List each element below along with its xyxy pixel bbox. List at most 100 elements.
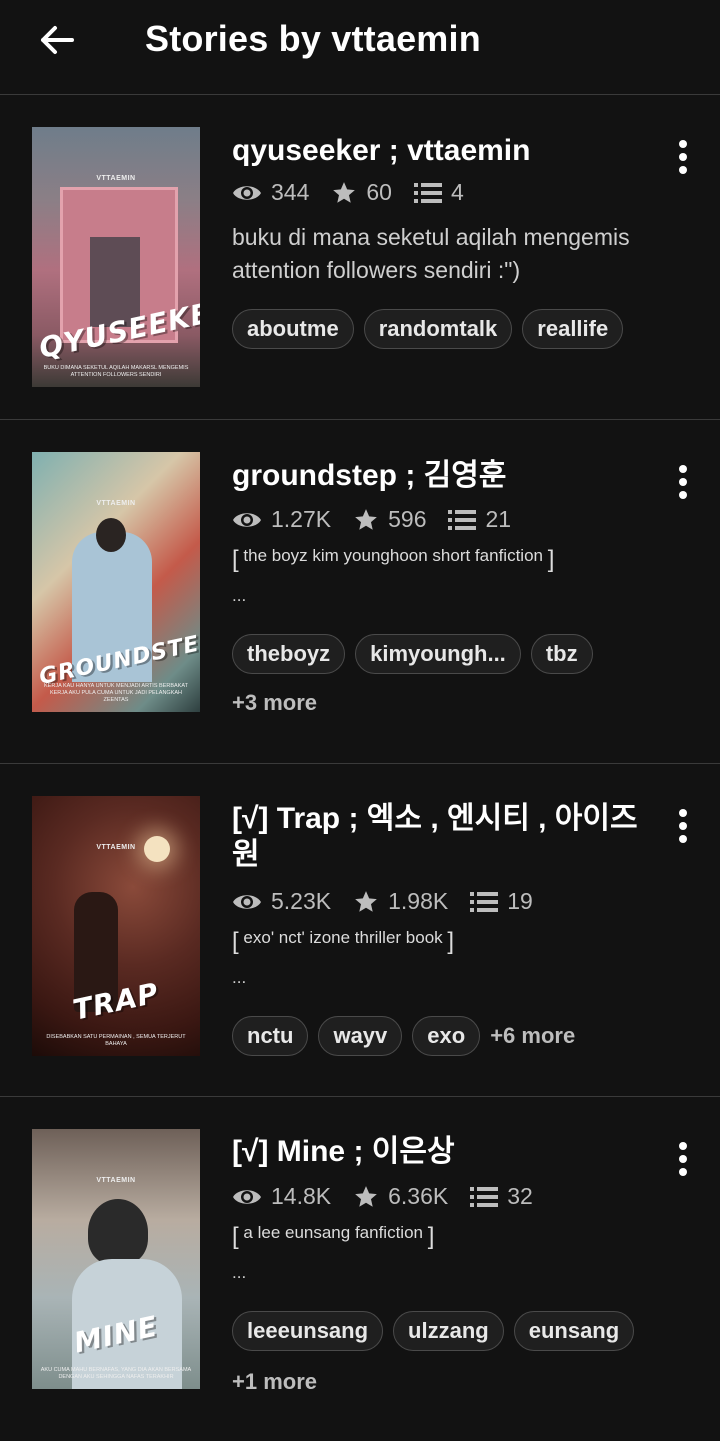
story-stats: 5.23K 1.98K 19	[232, 888, 555, 915]
list-icon	[448, 509, 477, 530]
parts-stat: 4	[413, 179, 464, 206]
story-cover-image[interactable]: VTTAEMIN GROUNDSTEP KERJA KAU HANYA UNTU…	[32, 452, 200, 712]
tag-list: theboyz kimyoungh... tbz	[232, 634, 603, 674]
dot	[679, 491, 687, 499]
description-text: a lee eunsang fanfiction	[243, 1223, 423, 1242]
story-card[interactable]: VTTAEMIN GROUNDSTEP KERJA KAU HANYA UNTU…	[0, 420, 720, 764]
votes-stat: 6.36K	[353, 1183, 448, 1210]
more-tags-link[interactable]: +1 more	[232, 1369, 317, 1395]
cover-caption: KERJA KAU HANYA UNTUK MENJADI ARTIS BERB…	[44, 682, 188, 703]
parts-count: 21	[485, 506, 512, 532]
story-stats: 14.8K 6.36K 32	[232, 1183, 555, 1210]
dot	[679, 822, 687, 830]
bracket-open: [	[232, 928, 239, 955]
story-title[interactable]: qyuseeker ; vttaemin	[232, 133, 652, 169]
cover-author-mark: VTTAEMIN	[96, 1177, 136, 1184]
star-icon	[333, 181, 356, 203]
eye-icon	[233, 1189, 261, 1204]
story-description: [ exo' nct' izone thriller book ]	[232, 928, 672, 955]
reads-count: 344	[271, 179, 310, 205]
reads-count: 14.8K	[271, 1183, 332, 1209]
tag-chip[interactable]: reallife	[522, 309, 624, 349]
bracket-close: ]	[447, 928, 455, 955]
more-tags-link[interactable]: +6 more	[490, 1023, 575, 1049]
dot	[679, 1142, 687, 1150]
list-icon	[413, 182, 442, 203]
more-options-button[interactable]	[668, 1137, 698, 1181]
bracket-open: [	[232, 546, 239, 573]
dot	[679, 153, 687, 161]
story-description: [ a lee eunsang fanfiction ]	[232, 1223, 672, 1250]
more-options-button[interactable]	[668, 135, 698, 179]
tag-chip[interactable]: ulzzang	[393, 1311, 504, 1351]
votes-stat: 596	[353, 506, 426, 533]
arrow-left-icon	[41, 26, 74, 54]
votes-stat: 60	[331, 179, 392, 206]
tag-list: aboutme randomtalk reallife	[232, 309, 633, 349]
description-text: the boyz kim younghoon short fanfiction	[243, 546, 543, 565]
tag-chip[interactable]: theboyz	[232, 634, 346, 674]
parts-count: 19	[507, 888, 533, 914]
bracket-close: ]	[427, 1223, 435, 1250]
tag-chip[interactable]: wayv	[318, 1016, 403, 1056]
dot	[679, 809, 687, 817]
dot	[679, 1155, 687, 1163]
cover-caption: BUKU DIMANA SEKETUL AQILAH MAKARSL MENGE…	[43, 364, 189, 378]
list-icon	[470, 891, 499, 912]
tag-chip[interactable]: nctu	[232, 1016, 309, 1056]
tag-chip[interactable]: eunsang	[513, 1311, 635, 1351]
tag-chip[interactable]: tbz	[530, 634, 593, 674]
bracket-open: [	[232, 1223, 239, 1250]
story-cover-image[interactable]: VTTAEMIN MINE AKU CUMA MAHU BERNAFAS, YA…	[32, 1129, 200, 1389]
more-options-button[interactable]	[668, 460, 698, 504]
eye-icon	[233, 512, 261, 527]
description-ellipsis: ...	[232, 968, 247, 987]
cover-author-mark: VTTAEMIN	[96, 844, 136, 851]
more-options-button[interactable]	[668, 804, 698, 848]
story-title[interactable]: [√] Mine ; 이은상	[232, 1134, 652, 1170]
parts-stat: 21	[448, 506, 511, 533]
cover-caption: DISEBABKAN SATU PERMAINAN , SEMUA TERJER…	[46, 1033, 186, 1047]
dot	[679, 140, 687, 148]
reads-count: 5.23K	[271, 888, 332, 914]
tag-list: leeeunsang ulzzang eunsang	[232, 1311, 644, 1351]
list-icon	[470, 1186, 499, 1207]
story-stats: 1.27K 596 21	[232, 506, 533, 533]
parts-count: 32	[507, 1183, 533, 1209]
tag-chip[interactable]: kimyoungh...	[355, 634, 521, 674]
parts-stat: 32	[470, 1183, 533, 1210]
story-description: [ the boyz kim younghoon short fanfictio…	[232, 546, 672, 573]
story-title[interactable]: [√] Trap ; 엑소 , 엔시티 , 아이즈원	[232, 801, 652, 873]
reads-stat: 1.27K	[232, 506, 331, 533]
story-cover-image[interactable]: VTTAEMIN QYUSEEKER BUKU DIMANA SEKETUL A…	[32, 127, 200, 387]
description-ellipsis: ...	[232, 586, 247, 605]
bracket-close: ]	[547, 546, 555, 573]
story-description: buku di mana seketul aqilah mengemis att…	[232, 224, 630, 283]
story-card[interactable]: VTTAEMIN QYUSEEKER BUKU DIMANA SEKETUL A…	[0, 95, 720, 420]
tag-chip[interactable]: exo	[412, 1016, 481, 1056]
cover-author-mark: VTTAEMIN	[96, 500, 136, 507]
dot	[679, 465, 687, 473]
back-button[interactable]	[36, 20, 76, 60]
votes-count: 6.36K	[388, 1183, 449, 1209]
description-ellipsis: ...	[232, 1263, 247, 1282]
story-title[interactable]: groundstep ; 김영훈	[232, 458, 652, 494]
story-card[interactable]: VTTAEMIN TRAP DISEBABKAN SATU PERMAINAN …	[0, 764, 720, 1097]
reads-stat: 344	[232, 179, 309, 206]
story-card[interactable]: VTTAEMIN MINE AKU CUMA MAHU BERNAFAS, YA…	[0, 1097, 720, 1441]
tag-chip[interactable]: leeeunsang	[232, 1311, 384, 1351]
dot	[679, 166, 687, 174]
parts-stat: 19	[470, 888, 533, 915]
tag-chip[interactable]: randomtalk	[363, 309, 513, 349]
votes-count: 1.98K	[388, 888, 449, 914]
star-icon	[355, 1185, 377, 1207]
story-cover-image[interactable]: VTTAEMIN TRAP DISEBABKAN SATU PERMAINAN …	[32, 796, 200, 1056]
star-icon	[355, 508, 377, 530]
more-tags-link[interactable]: +3 more	[232, 690, 317, 716]
votes-count: 60	[366, 179, 392, 205]
cover-caption: AKU CUMA MAHU BERNAFAS, YANG DIA AKAN BE…	[40, 1366, 192, 1380]
reads-count: 1.27K	[271, 506, 332, 532]
description-text: exo' nct' izone thriller book	[243, 928, 443, 947]
tag-chip[interactable]: aboutme	[232, 309, 354, 349]
parts-count: 4	[450, 179, 464, 205]
